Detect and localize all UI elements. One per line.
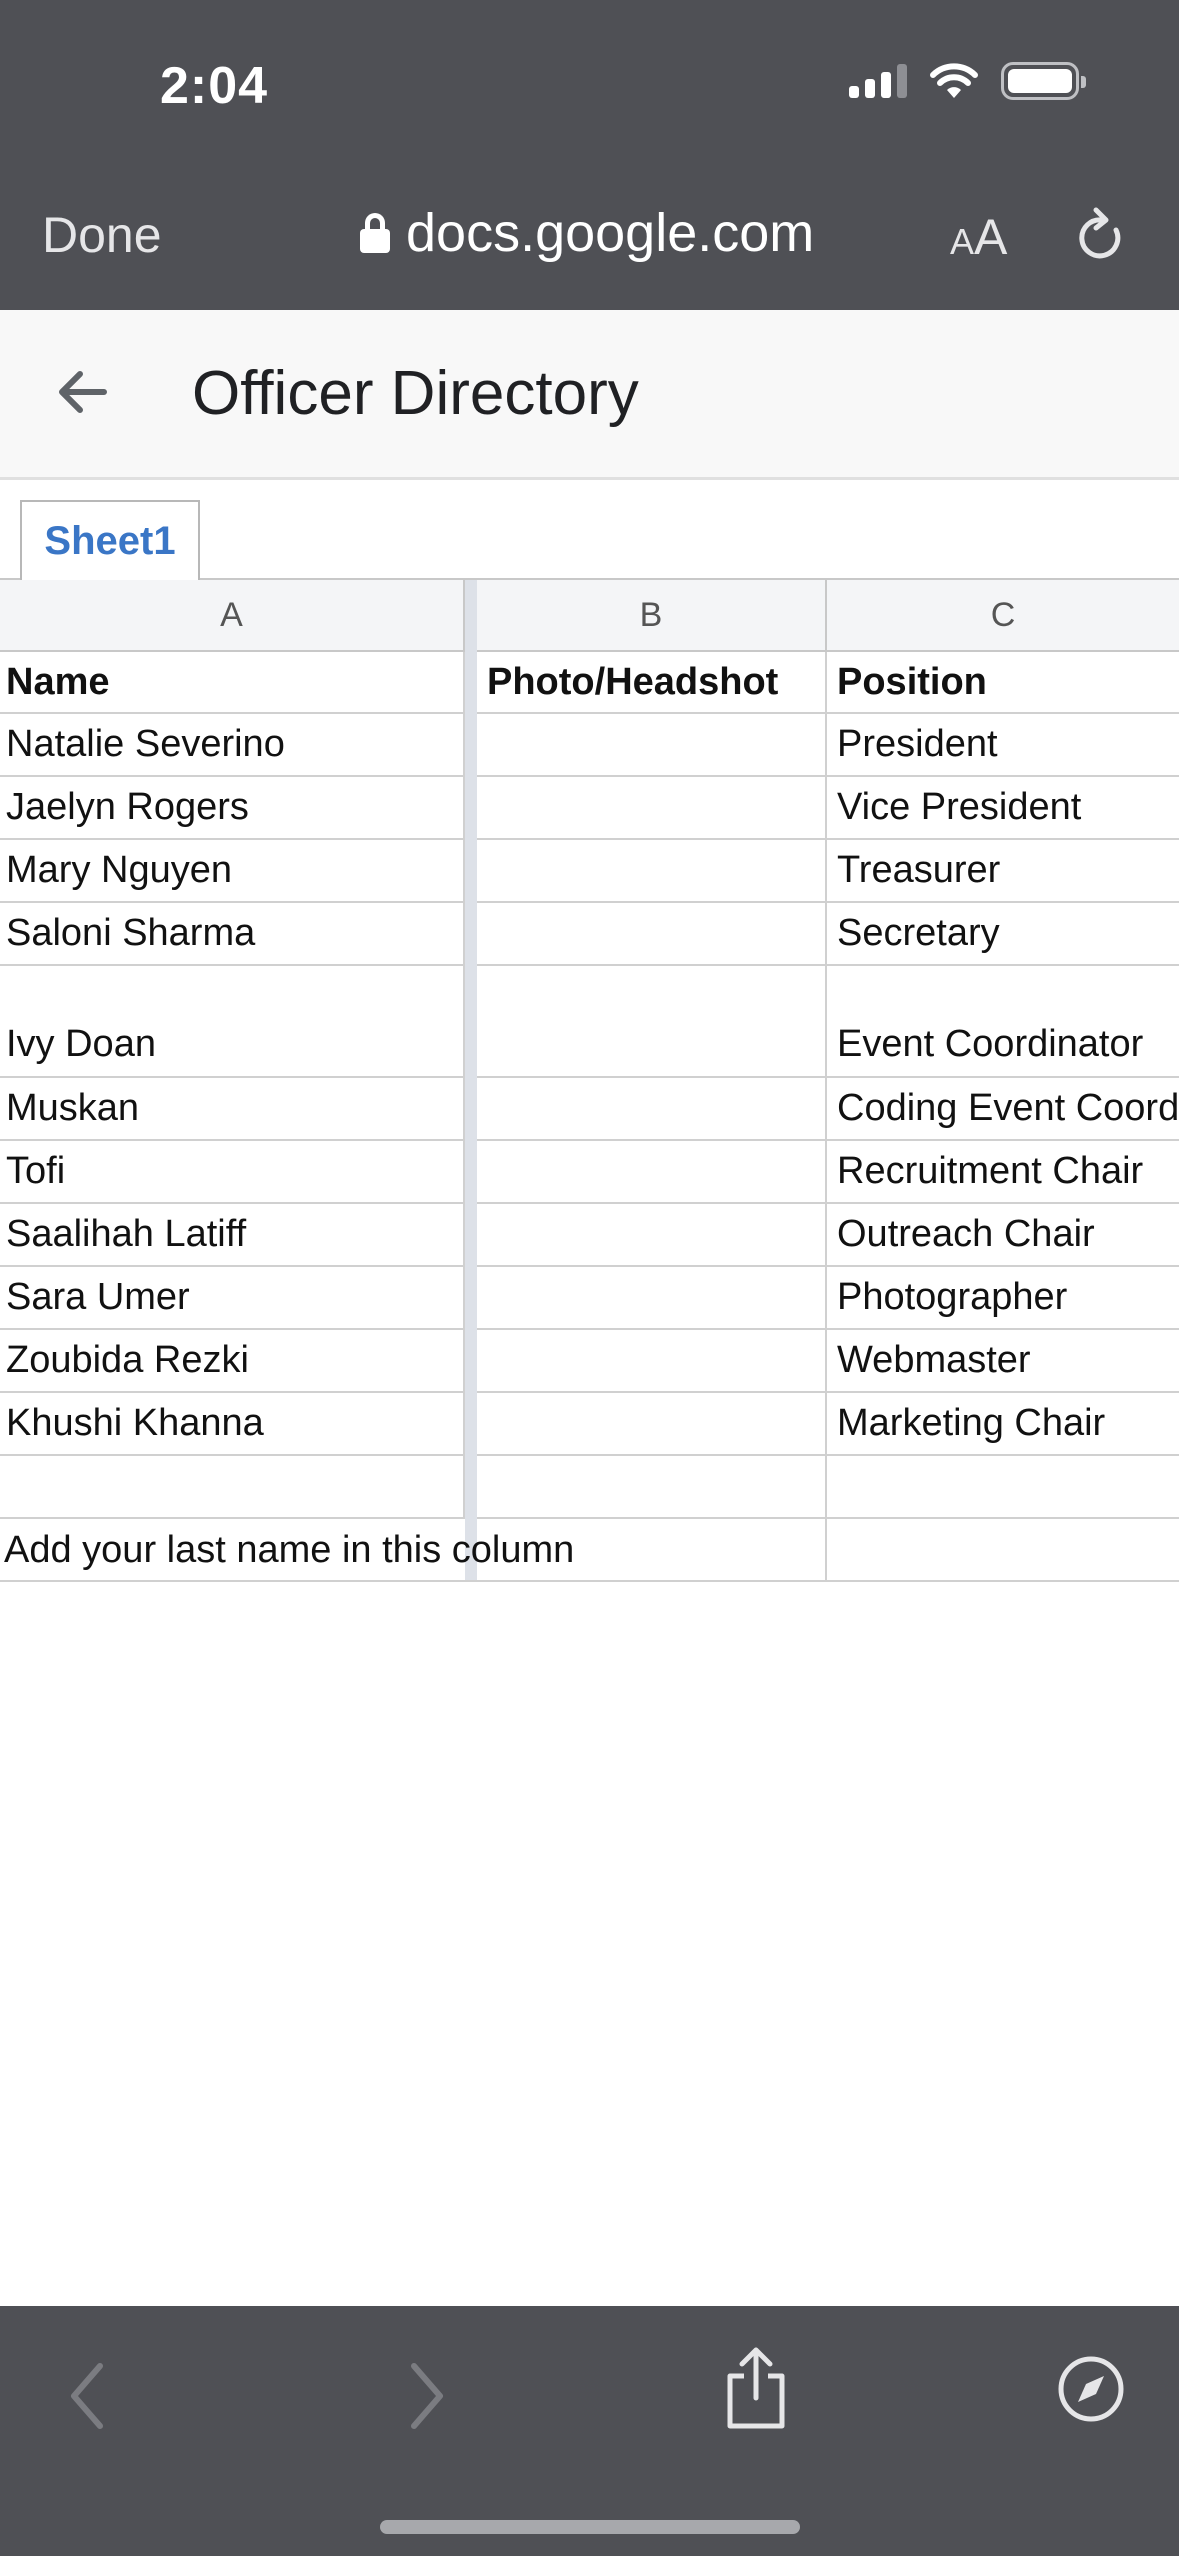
table-row: Ivy Doan Event Coordinator [0, 966, 1179, 1078]
table-row: Sara Umer Photographer [0, 1267, 1179, 1330]
document-header: Officer Directory [0, 310, 1179, 480]
cell-a3[interactable]: Jaelyn Rogers [0, 777, 465, 838]
table-row: Jaelyn Rogers Vice President [0, 777, 1179, 840]
cell-c13[interactable] [827, 1456, 1179, 1517]
cell-c8[interactable]: Recruitment Chair [827, 1141, 1179, 1202]
cell-c3[interactable]: Vice President [827, 777, 1179, 838]
sheet-tab-bar: Sheet1 [0, 480, 1179, 582]
lock-icon [360, 213, 390, 253]
cell-b5[interactable] [477, 903, 827, 964]
cell-a1[interactable]: Name [0, 652, 465, 712]
cell-c2[interactable]: President [827, 714, 1179, 775]
cellular-signal-icon [849, 64, 907, 98]
column-header-a[interactable]: A [0, 580, 465, 652]
status-time: 2:04 [160, 57, 269, 115]
cell-b6[interactable] [477, 966, 827, 1076]
document-title: Officer Directory [192, 359, 639, 428]
cell-a13[interactable] [0, 1456, 465, 1517]
browser-bottom-toolbar [0, 2306, 1179, 2556]
cell-c5[interactable]: Secretary [827, 903, 1179, 964]
table-row: Tofi Recruitment Chair [0, 1141, 1179, 1204]
table-row: Khushi Khanna Marketing Chair [0, 1393, 1179, 1456]
cell-b3[interactable] [477, 777, 827, 838]
reload-icon[interactable] [1072, 204, 1128, 268]
column-header-c[interactable]: C [827, 580, 1179, 652]
text-size-small-label: A [950, 221, 975, 262]
cell-b7[interactable] [477, 1078, 827, 1139]
text-size-large-label: A [974, 209, 1008, 265]
cell-c6[interactable]: Event Coordinator [827, 966, 1179, 1076]
table-row: Saloni Sharma Secretary [0, 903, 1179, 966]
back-chevron-icon[interactable] [64, 2358, 112, 2434]
cell-b4[interactable] [477, 840, 827, 901]
cell-a6[interactable]: Ivy Doan [0, 966, 465, 1076]
cell-a4[interactable]: Mary Nguyen [0, 840, 465, 901]
share-icon[interactable] [722, 2344, 790, 2432]
wifi-icon [930, 63, 978, 98]
table-row [0, 1456, 1179, 1519]
cell-b8[interactable] [477, 1141, 827, 1202]
cell-b2[interactable] [477, 714, 827, 775]
cell-a7[interactable]: Muskan [0, 1078, 465, 1139]
table-row: Mary Nguyen Treasurer [0, 840, 1179, 903]
cell-c4[interactable]: Treasurer [827, 840, 1179, 901]
table-row: Saalihah Latiff Outreach Chair [0, 1204, 1179, 1267]
cell-b1[interactable]: Photo/Headshot [477, 652, 827, 712]
cell-b12[interactable] [477, 1393, 827, 1454]
back-arrow-icon[interactable] [52, 362, 112, 422]
table-row: Natalie Severino President [0, 714, 1179, 777]
url-text: docs.google.com [406, 203, 815, 263]
cell-c9[interactable]: Outreach Chair [827, 1204, 1179, 1265]
column-header-b[interactable]: B [477, 580, 827, 652]
table-row: Muskan Coding Event Coordinator [0, 1078, 1179, 1141]
cell-b9[interactable] [477, 1204, 827, 1265]
status-icons [849, 62, 1086, 100]
cell-b11[interactable] [477, 1330, 827, 1391]
cell-b10[interactable] [477, 1267, 827, 1328]
forward-chevron-icon[interactable] [402, 2358, 450, 2434]
table-row: Zoubida Rezki Webmaster [0, 1330, 1179, 1393]
cell-c11[interactable]: Webmaster [827, 1330, 1179, 1391]
cell-c7[interactable]: Coding Event Coordinator [827, 1078, 1179, 1139]
browser-toolbar: Done docs.google.com AA [0, 180, 1179, 310]
status-bar: 2:04 [0, 0, 1179, 180]
cell-a12[interactable]: Khushi Khanna [0, 1393, 465, 1454]
table-row: Add your last name in this column [0, 1519, 1179, 1582]
address-bar[interactable]: docs.google.com [360, 202, 814, 264]
tab-sheet1[interactable]: Sheet1 [20, 500, 200, 582]
cell-c14[interactable] [827, 1519, 1179, 1580]
text-size-button[interactable]: AA [950, 208, 1007, 266]
frozen-column-divider[interactable] [465, 580, 477, 1580]
cell-b13[interactable] [477, 1456, 827, 1517]
done-button[interactable]: Done [42, 206, 162, 264]
table-row: Name Photo/Headshot Position [0, 652, 1179, 714]
cell-c1[interactable]: Position [827, 652, 1179, 712]
cell-c10[interactable]: Photographer [827, 1267, 1179, 1328]
cell-a5[interactable]: Saloni Sharma [0, 903, 465, 964]
battery-icon [1001, 62, 1086, 100]
cell-a11[interactable]: Zoubida Rezki [0, 1330, 465, 1391]
cell-c12[interactable]: Marketing Chair [827, 1393, 1179, 1454]
cell-a9[interactable]: Saalihah Latiff [0, 1204, 465, 1265]
compass-icon[interactable] [1056, 2354, 1126, 2424]
cell-a2[interactable]: Natalie Severino [0, 714, 465, 775]
cell-a10[interactable]: Sara Umer [0, 1267, 465, 1328]
note-cell-text: Add your last name in this column [4, 1529, 575, 1571]
cell-a8[interactable]: Tofi [0, 1141, 465, 1202]
home-indicator[interactable] [380, 2520, 800, 2534]
